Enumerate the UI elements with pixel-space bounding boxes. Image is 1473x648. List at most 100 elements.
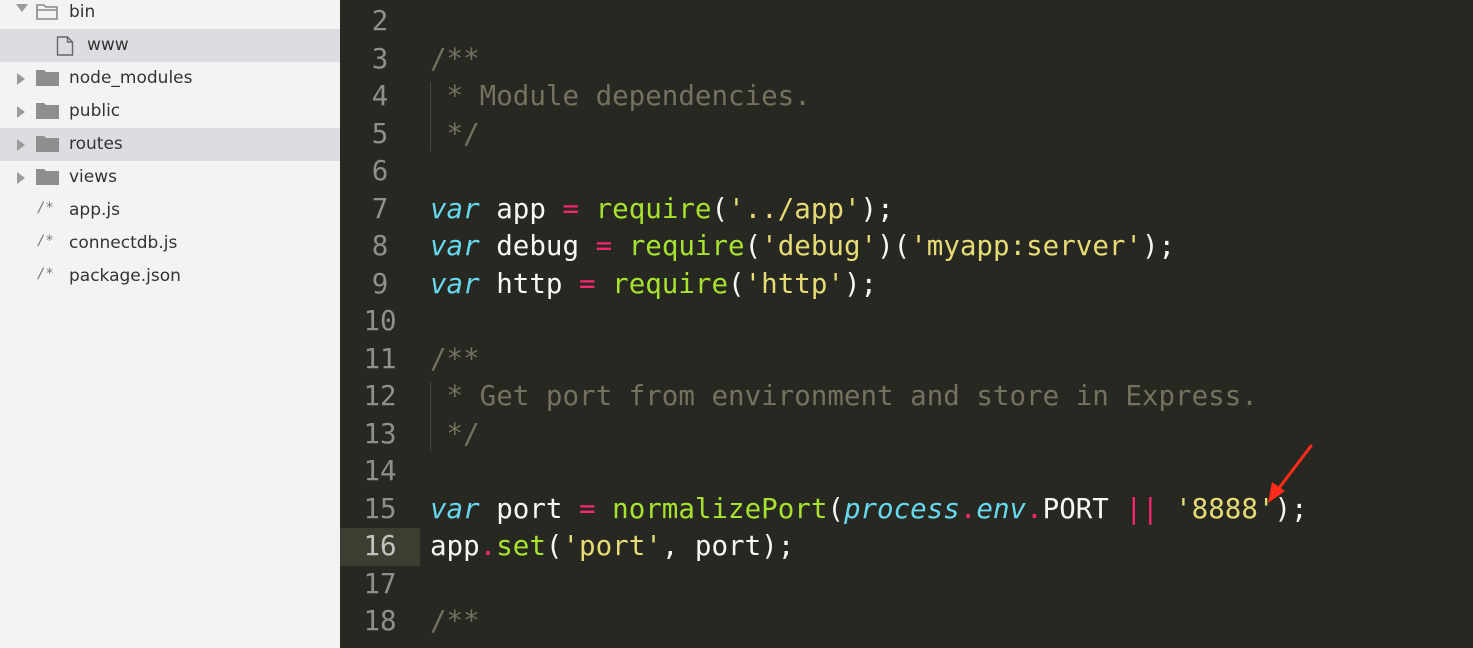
chevron-right-icon[interactable] [17, 106, 25, 118]
sidebar-item-routes[interactable]: routes [0, 128, 340, 161]
folder-icon [36, 70, 59, 86]
code-line[interactable]: 7 var app = require('../app'); [340, 191, 1473, 229]
code-line[interactable]: 14 [340, 453, 1473, 491]
code-line[interactable]: 17 [340, 566, 1473, 604]
code-text: /** [430, 41, 480, 79]
code-text: /** [430, 341, 480, 379]
code-token-comment: /** [430, 42, 480, 75]
code-token-func: require [595, 192, 712, 225]
code-token-comment: /** [430, 605, 480, 637]
line-number: 7 [371, 192, 389, 225]
code-text: /** [430, 603, 480, 641]
code-line[interactable]: 5 */ [340, 116, 1473, 154]
code-token-operator: . [959, 492, 977, 525]
code-token-keyword: var [430, 192, 480, 225]
code-line[interactable]: 4 * Module dependencies. [340, 78, 1473, 116]
code-token-plain: , port); [661, 530, 795, 562]
folder-open-icon [36, 4, 58, 20]
code-line[interactable]: 9 var http = require('http'); [340, 266, 1473, 304]
code-token-plain: ( [827, 492, 844, 525]
indent-guide [430, 382, 431, 451]
code-token-comment: */ [430, 417, 480, 450]
code-token-plain: ( [711, 192, 729, 225]
sidebar-item-public[interactable]: public [0, 95, 340, 128]
code-line[interactable]: 10 [340, 303, 1473, 341]
code-token-plain: ( [545, 530, 563, 562]
code-token-operator: || [1125, 492, 1159, 525]
chevron-down-icon[interactable] [16, 4, 28, 12]
code-token-operator: = [579, 267, 596, 300]
code-line[interactable]: 12 * Get port from environment and store… [340, 378, 1473, 416]
code-line[interactable]: 15 var port = normalizePort(process.env.P… [340, 491, 1473, 529]
code-line[interactable]: 6 [340, 153, 1473, 191]
sidebar-item-www[interactable]: www [0, 29, 340, 62]
indent-guide [430, 82, 431, 151]
code-token-plain: port [479, 492, 580, 525]
code-token-keyword: var [430, 492, 480, 525]
code-token-func: require [612, 267, 729, 300]
sidebar-item-label: public [69, 101, 121, 121]
chevron-right-icon[interactable] [17, 139, 25, 151]
sidebar-item-label: package.json [69, 266, 181, 286]
chevron-right-icon[interactable] [17, 73, 25, 85]
code-editor[interactable]: 2 3/** 4 * Module dependencies. 5 */6 7 var a… [340, 0, 1473, 648]
code-text: var app = require('../app'); [430, 191, 894, 229]
line-number: 17 [363, 567, 397, 600]
code-token-keyword: var [430, 230, 480, 262]
comment-file-icon: /* [37, 233, 54, 249]
code-token-plain: )( [877, 230, 911, 262]
code-line[interactable]: 3 /** [340, 41, 1473, 79]
code-token-plain: app [479, 192, 563, 225]
sidebar-item-views[interactable]: views [0, 161, 340, 194]
code-text: * Module dependencies. [430, 78, 811, 116]
code-token-plain: ); [843, 267, 878, 300]
file-icon [56, 36, 74, 56]
sidebar-item-bin[interactable]: bin [0, 0, 340, 29]
code-line[interactable]: 16 app.set('port', port); [340, 528, 1473, 566]
code-token-plain: ( [728, 267, 745, 300]
code-line[interactable]: 11 /** [340, 341, 1473, 379]
code-token-plain: debug [479, 230, 596, 262]
folder-icon [36, 136, 59, 152]
chevron-right-icon[interactable] [17, 172, 25, 184]
code-token-string: 'debug' [761, 230, 878, 262]
code-token-comment: */ [430, 117, 480, 150]
line-number: 14 [363, 455, 397, 487]
code-line[interactable]: 13 */ [340, 416, 1473, 454]
line-number: 10 [363, 305, 397, 337]
sidebar-item-app-js[interactable]: /* app.js [0, 194, 340, 227]
code-token-plain: ); [1142, 230, 1176, 262]
code-line[interactable]: 8 var debug = require('debug')('myapp:ser… [340, 228, 1473, 266]
code-text: var http = require('http'); [430, 266, 877, 304]
code-token-string: 'http' [744, 267, 844, 300]
code-token-plain: ); [860, 192, 894, 225]
code-line[interactable]: 2 [340, 3, 1473, 41]
line-number: 15 [363, 492, 397, 525]
code-token-func: set [496, 530, 546, 562]
line-number: 3 [371, 42, 389, 75]
sidebar-item-label: views [69, 167, 118, 187]
code-line[interactable]: 18 /** [340, 603, 1473, 641]
code-text: var port = normalizePort(process.env.POR… [430, 491, 1308, 529]
comment-file-icon: /* [37, 266, 54, 282]
code-token-string: '8888' [1175, 492, 1275, 525]
code-token-func: require [628, 230, 745, 262]
sidebar-item-connectdb-js[interactable]: /* connectdb.js [0, 227, 340, 260]
line-number: 11 [363, 342, 397, 375]
code-token-plain: http [479, 267, 580, 300]
sidebar-item-label: connectdb.js [69, 233, 178, 253]
sidebar-item-package-json[interactable]: /* package.json [0, 260, 340, 293]
sidebar-item-node-modules[interactable]: node_modules [0, 62, 340, 95]
code-token-global: process [843, 492, 960, 525]
line-number: 16 [340, 528, 420, 566]
code-token-string: '../app' [728, 192, 861, 225]
code-token-comment: /** [430, 342, 480, 375]
sidebar-item-label: bin [69, 2, 96, 22]
code-token-string: 'myapp:server' [910, 230, 1142, 262]
code-token-global: env [976, 492, 1027, 525]
